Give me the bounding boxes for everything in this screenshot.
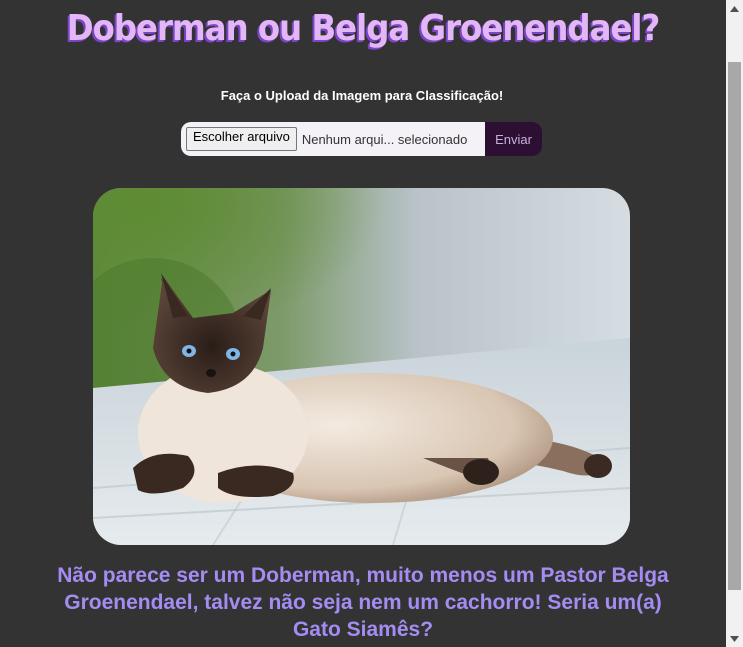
result-line-3: Gato Siamês? — [292, 618, 434, 641]
classification-result: Não parece ser um Doberman, muito menos … — [0, 562, 726, 643]
file-input-area: Escolher arquivo Nenhum arqui... selecio… — [181, 122, 485, 156]
triangle-down-icon[interactable] — [726, 630, 743, 647]
submit-button[interactable]: Enviar — [485, 122, 542, 156]
page-title: Doberman ou Belga Groenendael? — [66, 8, 661, 49]
result-line-2: Groenendael, talvez não seja nem um cach… — [64, 591, 662, 614]
upload-instruction: Faça o Upload da Imagem para Classificaç… — [220, 88, 504, 103]
file-status-text: Nenhum arqui... selecionado — [301, 131, 468, 147]
choose-file-button[interactable]: Escolher arquivo — [186, 127, 297, 151]
upload-form: Escolher arquivo Nenhum arqui... selecio… — [181, 122, 542, 156]
page: Doberman ou Belga Groenendael? Faça o Up… — [0, 0, 726, 647]
result-line-1: Não parece ser um Doberman, muito menos … — [57, 564, 669, 587]
triangle-up-icon[interactable] — [726, 0, 743, 17]
vertical-scrollbar[interactable] — [726, 0, 743, 647]
uploaded-cat-image — [93, 188, 630, 545]
scrollbar-thumb[interactable] — [728, 62, 741, 590]
